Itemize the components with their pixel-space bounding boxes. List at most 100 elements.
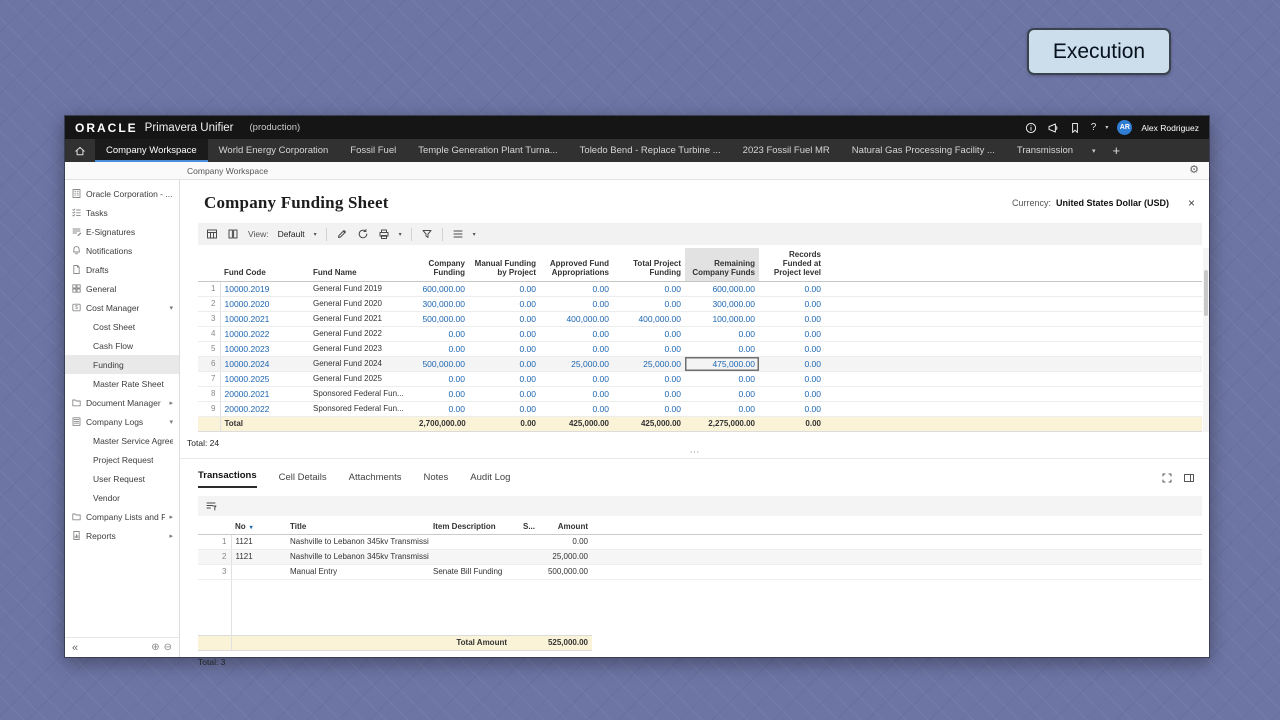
workspace-tab[interactable]: Temple Generation Plant Turna...	[407, 139, 568, 162]
item-description-cell[interactable]	[429, 549, 519, 564]
funding-cell[interactable]: 600,000.00	[685, 281, 759, 296]
title-cell[interactable]: Nashville to Lebanon 345kv Transmissio..…	[286, 549, 429, 564]
funding-row[interactable]: 610000.2024General Fund 2024500,000.000.…	[198, 356, 1202, 371]
funding-row[interactable]: 310000.2021General Fund 2021500,000.000.…	[198, 311, 1202, 326]
funding-cell[interactable]: 0.00	[613, 386, 685, 401]
fullscreen-icon[interactable]	[1161, 472, 1173, 484]
funding-cell[interactable]: 100,000.00	[685, 311, 759, 326]
funding-cell[interactable]: 0.00	[540, 326, 613, 341]
funding-cell[interactable]: 0.00	[469, 401, 540, 416]
workspace-tab[interactable]: World Energy Corporation	[208, 139, 340, 162]
column-header[interactable]: Fund Code	[220, 248, 309, 281]
workspace-tab[interactable]: Toledo Bend - Replace Turbine ...	[569, 139, 732, 162]
row-number[interactable]: 3	[198, 564, 231, 579]
sidebar-item[interactable]: Vendor	[65, 488, 179, 507]
funding-cell[interactable]: 25,000.00	[613, 356, 685, 371]
funding-cell[interactable]: 0.00	[685, 326, 759, 341]
funding-cell[interactable]: 500,000.00	[415, 356, 469, 371]
transaction-row[interactable]: 11121Nashville to Lebanon 345kv Transmis…	[198, 534, 1202, 549]
funding-row[interactable]: 410000.2022General Fund 20220.000.000.00…	[198, 326, 1202, 341]
sidebar-item[interactable]: Master Service Agree...	[65, 431, 179, 450]
status-cell[interactable]	[519, 534, 536, 549]
column-header[interactable]: Amount	[536, 520, 592, 535]
sidebar-item[interactable]: Drafts	[65, 260, 179, 279]
column-header[interactable]: Approved Fund Appropriations	[540, 248, 613, 281]
funding-cell[interactable]: 0.00	[415, 371, 469, 386]
detail-tab[interactable]: Attachments	[349, 472, 402, 488]
no-cell[interactable]: 1121	[231, 534, 286, 549]
fund-name-cell[interactable]: General Fund 2025	[309, 371, 415, 386]
funding-cell[interactable]: 0.00	[469, 341, 540, 356]
no-cell[interactable]: 1121	[231, 549, 286, 564]
item-description-cell[interactable]: Senate Bill Funding	[429, 564, 519, 579]
workspace-tab[interactable]: Company Workspace	[95, 139, 208, 162]
funding-cell[interactable]: 400,000.00	[540, 311, 613, 326]
scrollbar-thumb[interactable]	[1204, 270, 1208, 316]
avatar[interactable]: AR	[1117, 120, 1132, 135]
funding-row[interactable]: 820000.2021Sponsored Federal Fun...0.000…	[198, 386, 1202, 401]
fund-code-cell[interactable]: 10000.2023	[220, 341, 309, 356]
funding-row[interactable]: 210000.2020General Fund 2020300,000.000.…	[198, 296, 1202, 311]
edit-icon[interactable]	[336, 228, 348, 240]
funding-cell[interactable]: 0.00	[685, 386, 759, 401]
funding-cell[interactable]: 0.00	[759, 371, 825, 386]
sidebar-item[interactable]: $Cost Manager▾	[65, 298, 179, 317]
funding-cell[interactable]: 0.00	[469, 326, 540, 341]
funding-cell[interactable]: 0.00	[613, 401, 685, 416]
funding-cell[interactable]: 0.00	[613, 371, 685, 386]
workspace-tab[interactable]: Transmission	[1006, 139, 1084, 162]
funding-cell[interactable]: 0.00	[540, 386, 613, 401]
sidebar-item[interactable]: Funding	[65, 355, 179, 374]
refresh-icon[interactable]	[357, 228, 369, 240]
funding-cell[interactable]: 0.00	[613, 281, 685, 296]
table-icon[interactable]	[206, 228, 218, 240]
no-cell[interactable]	[231, 564, 286, 579]
funding-cell[interactable]: 0.00	[759, 311, 825, 326]
funding-cell[interactable]: 0.00	[759, 356, 825, 371]
fund-name-cell[interactable]: General Fund 2022	[309, 326, 415, 341]
row-number[interactable]: 3	[198, 311, 220, 326]
funding-cell[interactable]: 0.00	[759, 401, 825, 416]
help-icon[interactable]: ?	[1091, 122, 1097, 133]
help-caret-icon[interactable]: ▾	[1105, 124, 1108, 131]
row-number[interactable]: 7	[198, 371, 220, 386]
column-header[interactable]: Item Description	[429, 520, 519, 535]
column-header[interactable]: Total Project Funding	[613, 248, 685, 281]
funding-cell[interactable]: 0.00	[540, 371, 613, 386]
columns-icon[interactable]	[227, 228, 239, 240]
funding-cell[interactable]: 0.00	[415, 326, 469, 341]
funding-cell[interactable]: 0.00	[415, 341, 469, 356]
zoom-in-icon[interactable]: ⊕	[151, 642, 159, 653]
zoom-out-icon[interactable]: ⊖	[164, 642, 172, 653]
fund-code-cell[interactable]: 10000.2021	[220, 311, 309, 326]
funding-cell[interactable]: 0.00	[685, 371, 759, 386]
sidebar-item[interactable]: Notifications	[65, 241, 179, 260]
funding-cell[interactable]: 0.00	[759, 326, 825, 341]
workspace-tab[interactable]: Fossil Fuel	[339, 139, 407, 162]
fund-name-cell[interactable]: Sponsored Federal Fun...	[309, 386, 415, 401]
funding-cell[interactable]: 0.00	[759, 341, 825, 356]
fund-name-cell[interactable]: General Fund 2019	[309, 281, 415, 296]
close-icon[interactable]: ×	[1188, 197, 1195, 209]
funding-cell[interactable]: 0.00	[469, 281, 540, 296]
announcements-icon[interactable]	[1047, 121, 1060, 134]
funding-cell[interactable]: 0.00	[685, 401, 759, 416]
status-cell[interactable]	[519, 549, 536, 564]
status-cell[interactable]	[519, 564, 536, 579]
funding-cell[interactable]: 300,000.00	[685, 296, 759, 311]
column-header[interactable]: Fund Name	[309, 248, 415, 281]
row-number[interactable]: 2	[198, 549, 231, 564]
fund-code-cell[interactable]: 20000.2022	[220, 401, 309, 416]
funding-row[interactable]: 510000.2023General Fund 20230.000.000.00…	[198, 341, 1202, 356]
title-cell[interactable]: Manual Entry	[286, 564, 429, 579]
column-header[interactable]: Records Funded at Project level	[759, 248, 825, 281]
fund-name-cell[interactable]: General Fund 2021	[309, 311, 415, 326]
funding-cell[interactable]: 0.00	[613, 341, 685, 356]
detail-tab[interactable]: Notes	[423, 472, 448, 488]
transaction-row[interactable]: 3Manual EntrySenate Bill Funding500,000.…	[198, 564, 1202, 579]
funding-row[interactable]: 710000.2025General Fund 20250.000.000.00…	[198, 371, 1202, 386]
view-select[interactable]: Default	[278, 229, 305, 239]
funding-cell[interactable]: 0.00	[685, 341, 759, 356]
funding-cell[interactable]: 0.00	[469, 296, 540, 311]
sidebar-item[interactable]: Project Request	[65, 450, 179, 469]
